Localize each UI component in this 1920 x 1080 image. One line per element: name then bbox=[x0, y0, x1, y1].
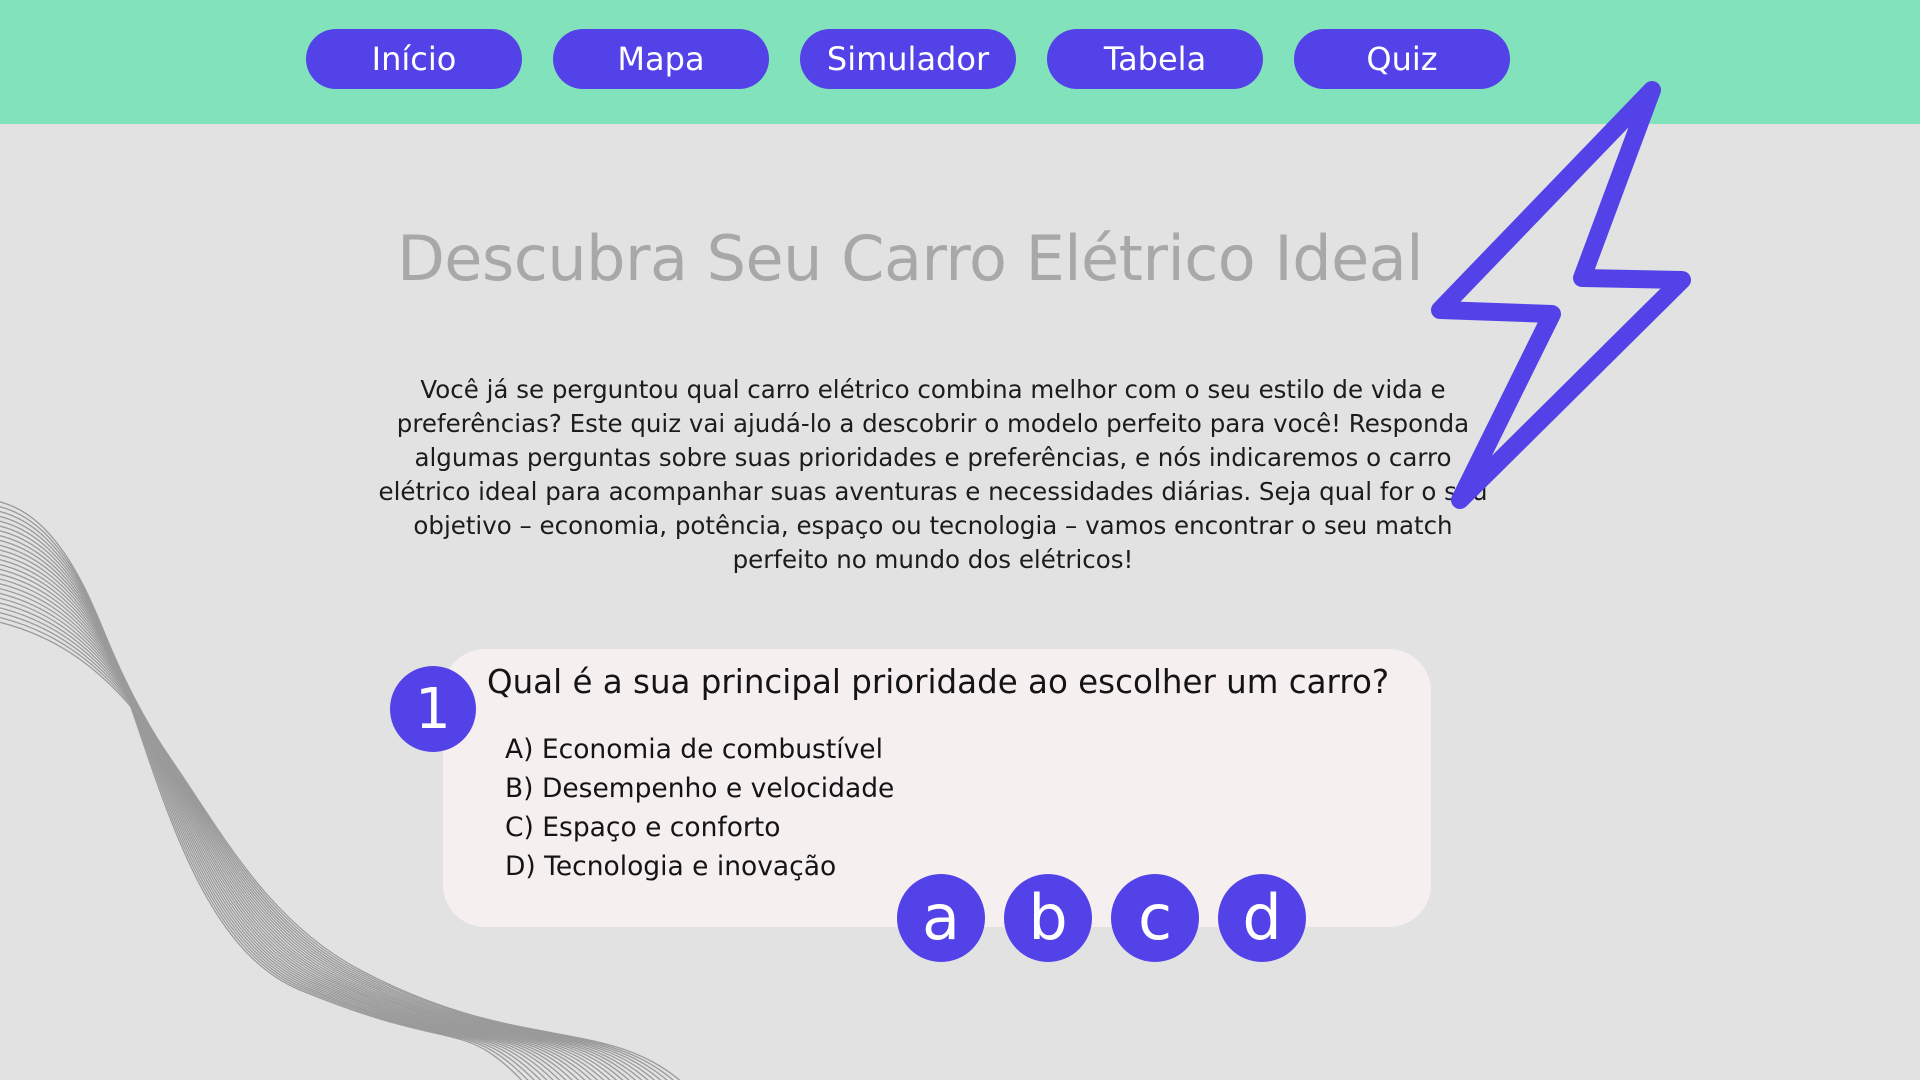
option-b-text: B) Desempenho e velocidade bbox=[505, 773, 895, 804]
answer-b-button[interactable]: b bbox=[1004, 874, 1092, 962]
question-number-badge: 1 bbox=[390, 666, 476, 752]
nav-mapa-button[interactable]: Mapa bbox=[553, 29, 769, 89]
nav-simulador-button[interactable]: Simulador bbox=[800, 29, 1016, 89]
option-d-text: D) Tecnologia e inovação bbox=[505, 851, 837, 882]
answer-a-button[interactable]: a bbox=[897, 874, 985, 962]
nav-inicio-button[interactable]: Início bbox=[306, 29, 522, 89]
answer-d-button[interactable]: d bbox=[1218, 874, 1306, 962]
nav-tabela-button[interactable]: Tabela bbox=[1047, 29, 1263, 89]
option-a-text: A) Economia de combustível bbox=[505, 734, 883, 765]
lightning-bolt-icon bbox=[1431, 81, 1691, 509]
answer-options-list: A) Economia de combustível B) Desempenho… bbox=[505, 730, 894, 886]
intro-paragraph: Você já se perguntou qual carro elétrico… bbox=[378, 375, 1488, 574]
page-title: Descubra Seu Carro Elétrico Ideal bbox=[397, 222, 1423, 295]
answer-c-button[interactable]: c bbox=[1111, 874, 1199, 962]
question-text: Qual é a sua principal prioridade ao esc… bbox=[487, 663, 1390, 701]
option-c-text: C) Espaço e conforto bbox=[505, 812, 781, 843]
